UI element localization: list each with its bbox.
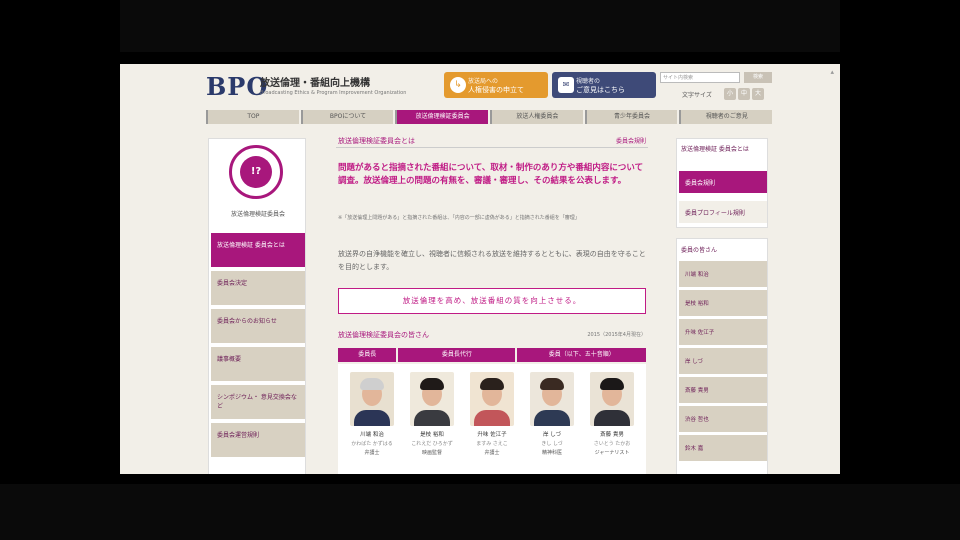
member-name: 川端 和治 [360, 432, 384, 438]
tv-question-icon: !? [240, 156, 272, 188]
member-name: 是枝 裕和 [420, 432, 444, 438]
member-photos: 川端 和治 かわばた かずはる 弁護士 是枝 裕和 これえだ ひろかず 映画監督… [338, 364, 646, 474]
role-vice-chair: 委員長代行 [398, 348, 516, 362]
nav-ethics-committee[interactable]: 放送倫理検証委員会 [395, 110, 489, 124]
left-menu-item-about[interactable]: 放送倫理検証 委員会とは [211, 233, 305, 267]
member-card[interactable]: 川端 和治 かわばた かずはる 弁護士 [344, 372, 400, 466]
member-kana: これえだ ひろかず [411, 441, 453, 447]
member-photo [350, 372, 394, 426]
section-header: 放送倫理検証委員会とは 委員会規則 [336, 134, 648, 148]
member-photo [470, 372, 514, 426]
role-members: 委員（以下、五十音順） [517, 348, 646, 362]
role-chair: 委員長 [338, 348, 397, 362]
member-kana: きし しづ [541, 441, 563, 447]
note-text: ※「放送倫理上問題がある」と指摘された番組は、「内容の一部に虚偽がある」と指摘さ… [338, 215, 580, 221]
left-sidebar-title: 放送倫理検証委員会 [230, 211, 285, 218]
opinion-button-line2: ご意見はこちら [576, 85, 625, 94]
left-menu-item-minutes[interactable]: 議事概要 [211, 347, 305, 381]
member-occupation: 映画監督 [421, 450, 442, 456]
member-card[interactable]: 斎藤 貴男 さいとう たかお ジャーナリスト [584, 372, 640, 466]
member-kana: さいとう たかお [593, 441, 631, 447]
right-member-link[interactable]: 岸 しづ [679, 348, 767, 374]
nav-viewer-opinions[interactable]: 視聴者のご意見 [679, 110, 773, 124]
committee-emblem: !? [229, 145, 283, 199]
right-sidebar-title: 放送倫理検証 委員会とは [681, 146, 749, 153]
members-header: 放送倫理検証委員会の皆さん 2015（2015年4月現在） [338, 330, 646, 342]
webpage-screen: ▴ BPO 放送倫理・番組向上機構 Broadcasting Ethics & … [120, 64, 840, 474]
right-menu-profile-rules[interactable]: 委員プロフィール規則 [679, 201, 767, 223]
mission-statement: 放送倫理を高め、放送番組の質を向上させる。 [338, 288, 646, 314]
right-member-link[interactable]: 渋谷 哲也 [679, 406, 767, 432]
nav-human-rights-committee[interactable]: 放送人権委員会 [490, 110, 583, 124]
member-card[interactable]: 岸 しづ きし しづ 精神科医 [524, 372, 580, 466]
nav-about-bpo[interactable]: BPOについて [300, 110, 394, 124]
video-pillarbox-right [840, 0, 960, 540]
right-members-title: 委員の皆さん [681, 247, 718, 254]
member-occupation: 弁護士 [364, 450, 380, 456]
member-name: 岸 しづ [543, 432, 561, 438]
right-members-list: 川端 和治 是枝 裕和 升味 佐江子 岸 しづ 斎藤 貴男 渋谷 哲也 鈴木 嘉 [679, 261, 767, 464]
right-member-link[interactable]: 鈴木 嘉 [679, 435, 767, 461]
member-occupation: 弁護士 [484, 450, 500, 456]
right-menu-rules[interactable]: 委員会規則 [679, 171, 767, 193]
member-card[interactable]: 是枝 裕和 これえだ ひろかず 映画監督 [404, 372, 460, 466]
opinion-button-line1: 視聴者の [576, 77, 601, 85]
left-menu: 放送倫理検証 委員会とは 委員会決定 委員会からのお知らせ 議事概要 シンポジウ… [211, 233, 305, 461]
members-date: 2015（2015年4月現在） [587, 332, 646, 338]
member-kana: かわばた かずはる [351, 441, 393, 447]
right-sidebar-about-box: 放送倫理検証 委員会とは 委員会規則 委員プロフィール規則 [676, 138, 768, 228]
video-letterbox-top [0, 0, 960, 52]
right-sidebar: 放送倫理検証 委員会とは 委員会規則 委員プロフィール規則 委員の皆さん 川端 … [676, 138, 768, 474]
complaint-button-line1: 放送局への [468, 77, 499, 85]
mail-icon: ✉ [558, 77, 574, 93]
nav-youth-committee[interactable]: 青少年委員会 [584, 110, 678, 124]
font-size-label: 文字サイズ [682, 92, 712, 99]
right-member-link[interactable]: 斎藤 貴男 [679, 377, 767, 403]
section-title: 放送倫理検証委員会とは [338, 137, 415, 145]
font-size-large-button[interactable]: 大 [752, 88, 764, 100]
member-name: 升味 佐江子 [477, 432, 507, 438]
left-menu-item-rules[interactable]: 委員会運営規則 [211, 423, 305, 457]
video-pillarbox-left [0, 0, 120, 540]
member-occupation: 精神科医 [541, 450, 562, 456]
member-photo [590, 372, 634, 426]
search-button[interactable]: 検索 [744, 72, 772, 83]
global-nav: TOP BPOについて 放送倫理検証委員会 放送人権委員会 青少年委員会 視聴者… [206, 110, 773, 124]
right-member-link[interactable]: 升味 佐江子 [679, 319, 767, 345]
font-size-medium-button[interactable]: 中 [738, 88, 750, 100]
site-header: BPO 放送倫理・番組向上機構 Broadcasting Ethics & Pr… [204, 68, 772, 106]
member-occupation: ジャーナリスト [594, 450, 630, 456]
right-sidebar-members-box: 委員の皆さん 川端 和治 是枝 裕和 升味 佐江子 岸 しづ 斎藤 貴男 渋谷 … [676, 238, 768, 474]
member-photo [410, 372, 454, 426]
search-input[interactable]: サイト内検索 [660, 72, 740, 83]
video-letterbox-bottom [0, 484, 960, 540]
scroll-indicator-icon: ▴ [830, 68, 834, 76]
opinion-button[interactable]: ✉ 視聴者の ご意見はこちら [552, 72, 656, 98]
member-photo [530, 372, 574, 426]
members-title: 放送倫理検証委員会の皆さん [338, 331, 429, 339]
left-sidebar: !? 放送倫理検証委員会 放送倫理検証 委員会とは 委員会決定 委員会からのお知… [208, 138, 306, 474]
member-card[interactable]: 升味 佐江子 ますみ さえこ 弁護士 [464, 372, 520, 466]
font-size-small-button[interactable]: 小 [724, 88, 736, 100]
section-rules-link[interactable]: 委員会規則 [616, 136, 646, 145]
left-menu-item-symposium[interactable]: シンポジウム・ 意見交換会など [211, 385, 305, 419]
main-content: 放送倫理検証委員会とは 委員会規則 問題があると指摘された番組について、取材・制… [336, 134, 648, 474]
member-kana: ますみ さえこ [476, 441, 508, 447]
right-member-link[interactable]: 川端 和治 [679, 261, 767, 287]
member-roles-bar: 委員長 委員長代行 委員（以下、五十音順） [338, 348, 646, 362]
complaint-button[interactable]: ↳ 放送局への 人権侵害の申立て [444, 72, 548, 98]
body-text: 放送界の自浄機能を確立し、視聴者に信頼される放送を維持するとともに、表現の自由を… [338, 250, 646, 271]
lead-text: 問題があると指摘された番組について、取材・制作のあり方や番組内容について調査。放… [338, 163, 644, 186]
right-member-link[interactable]: 是枝 裕和 [679, 290, 767, 316]
nav-top[interactable]: TOP [206, 110, 299, 124]
arrow-icon: ↳ [450, 77, 466, 93]
complaint-button-line2: 人権侵害の申立て [468, 85, 524, 94]
member-name: 斎藤 貴男 [600, 432, 624, 438]
left-menu-item-notices[interactable]: 委員会からのお知らせ [211, 309, 305, 343]
bpo-logo[interactable]: BPO [206, 72, 268, 101]
org-name: 放送倫理・番組向上機構 [260, 78, 370, 89]
org-subtitle: Broadcasting Ethics & Program Improvemen… [260, 90, 407, 96]
left-menu-item-decisions[interactable]: 委員会決定 [211, 271, 305, 305]
